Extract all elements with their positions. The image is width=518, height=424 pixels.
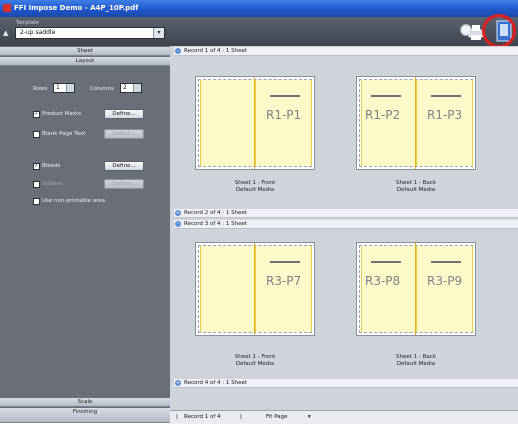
template-select[interactable]: 2-up saddle ▾ xyxy=(15,27,165,39)
rows-label: Rows xyxy=(33,86,48,92)
record-title: Record 4 of 4 : 1 Sheet xyxy=(184,380,248,386)
fold-line xyxy=(415,77,416,169)
bleeds-checkbox[interactable] xyxy=(33,162,40,170)
rows-stepper[interactable]: 1 xyxy=(53,83,75,93)
tab-layout[interactable]: Layout xyxy=(0,57,170,66)
status-bar: | Record 1 of 4 | Fit Page ▾ xyxy=(170,410,518,424)
sheet-caption: Sheet 1 - Back Default Media xyxy=(356,354,476,368)
page-left xyxy=(200,246,256,332)
page-label: R1-P3 xyxy=(427,108,463,122)
page-header-bar xyxy=(371,261,401,263)
record-indicator[interactable]: Record 1 of 4 xyxy=(184,411,221,424)
app-icon xyxy=(3,4,11,12)
gutters-checkbox[interactable] xyxy=(33,181,40,188)
record-title: Record 1 of 4 : 1 Sheet xyxy=(184,48,248,54)
sheet-side: Sheet 1 - Front xyxy=(234,354,276,360)
record-header-2[interactable]: + Record 2 of 4 : 1 Sheet xyxy=(174,209,518,218)
page-label: R1-P1 xyxy=(266,108,302,122)
record-header-4[interactable]: + Record 4 of 4 : 1 Sheet xyxy=(174,379,518,388)
sheet-preview[interactable]: R3-P8 R3-P9 xyxy=(356,242,476,336)
rows-value: 1 xyxy=(56,84,60,91)
non-printable-area-label: Use non-printable area xyxy=(42,198,106,204)
page-label: R3-P7 xyxy=(266,274,302,288)
record-title: Record 3 of 4 : 1 Sheet xyxy=(184,221,248,227)
highlight-circle xyxy=(482,14,516,48)
window-title: FFI Impose Demo - A4P_10P.pdf xyxy=(14,4,139,12)
collapse-panel-icon[interactable]: ▲ xyxy=(3,29,8,37)
sheet-media: Default Media xyxy=(235,361,275,367)
product-marks-define-button[interactable]: Define... xyxy=(104,109,144,119)
blank-page-text-label: Blank Page Text xyxy=(42,131,86,137)
sheet-media: Default Media xyxy=(396,187,436,193)
blank-page-text-checkbox[interactable] xyxy=(33,131,40,138)
tab-scale[interactable]: Scale xyxy=(0,398,170,407)
gutters-label: Gutters xyxy=(42,181,63,187)
page-label: R3-P9 xyxy=(427,274,463,288)
non-printable-area-checkbox[interactable] xyxy=(33,198,40,205)
title-bar: FFI Impose Demo - A4P_10P.pdf xyxy=(0,0,518,17)
record-header-3[interactable]: - Record 3 of 4 : 1 Sheet xyxy=(174,220,518,229)
zoom-select[interactable]: Fit Page xyxy=(266,411,288,424)
sheet-caption: Sheet 1 - Back Default Media xyxy=(356,180,476,194)
page-header-bar xyxy=(431,261,461,263)
fold-line xyxy=(254,243,255,335)
sheet-caption: Sheet 1 - Front Default Media xyxy=(195,180,315,194)
page-right xyxy=(255,246,312,332)
sheet-preview[interactable]: R1-P1 xyxy=(195,76,315,170)
page-right xyxy=(416,80,473,166)
settings-panel xyxy=(0,46,170,423)
page-header-bar xyxy=(371,95,401,97)
gutters-define-button[interactable]: Define... xyxy=(104,179,144,189)
chevron-down-icon[interactable]: ▾ xyxy=(308,411,311,424)
fold-line xyxy=(415,243,416,335)
product-marks-checkbox[interactable] xyxy=(33,110,40,118)
page-header-bar xyxy=(431,95,461,97)
expand-toggle-icon[interactable]: - xyxy=(175,221,181,227)
record-title: Record 2 of 4 : 1 Sheet xyxy=(184,210,248,216)
page-label: R3-P8 xyxy=(365,274,401,288)
fold-line xyxy=(254,77,255,169)
page-right xyxy=(416,246,473,332)
stepper-arrows-icon[interactable] xyxy=(133,84,141,92)
expand-toggle-icon[interactable]: + xyxy=(175,210,181,216)
bleeds-label: Bleeds xyxy=(42,163,61,169)
sheet-preview[interactable]: R1-P2 R1-P3 xyxy=(356,76,476,170)
product-marks-label: Product Marks xyxy=(42,111,82,117)
page-header-bar xyxy=(270,261,300,263)
page-label: R1-P2 xyxy=(365,108,401,122)
columns-value: 2 xyxy=(123,84,127,91)
sheet-side: Sheet 1 - Front xyxy=(234,180,276,186)
tab-finishing[interactable]: Finishing xyxy=(0,408,170,423)
expand-toggle-icon[interactable]: + xyxy=(175,380,181,386)
page-left xyxy=(200,80,256,166)
sheet-media: Default Media xyxy=(396,361,436,367)
stepper-arrows-icon[interactable] xyxy=(66,84,74,92)
prev-record-icon[interactable]: | xyxy=(176,411,178,424)
page-header-bar xyxy=(270,95,300,97)
page-right xyxy=(255,80,312,166)
tab-sheet[interactable]: Sheet xyxy=(0,47,170,56)
page-left xyxy=(361,246,417,332)
sheet-media: Default Media xyxy=(235,187,275,193)
columns-label: Columns xyxy=(90,86,114,92)
page-left xyxy=(361,80,417,166)
sheet-caption: Sheet 1 - Front Default Media xyxy=(195,354,315,368)
record-header-1[interactable]: - Record 1 of 4 : 1 Sheet xyxy=(174,47,518,56)
sheet-preview[interactable]: R3-P7 xyxy=(195,242,315,336)
template-value: 2-up saddle xyxy=(20,29,56,36)
next-record-icon[interactable]: | xyxy=(240,411,242,424)
columns-stepper[interactable]: 2 xyxy=(120,83,142,93)
expand-toggle-icon[interactable]: - xyxy=(175,48,181,54)
sheet-side: Sheet 1 - Back xyxy=(396,180,436,186)
blank-page-define-button[interactable]: Define... xyxy=(104,129,144,139)
template-label: Template xyxy=(16,20,39,26)
chevron-down-icon[interactable]: ▾ xyxy=(153,28,164,38)
sheet-side: Sheet 1 - Back xyxy=(396,354,436,360)
bleeds-define-button[interactable]: Define... xyxy=(104,161,144,171)
